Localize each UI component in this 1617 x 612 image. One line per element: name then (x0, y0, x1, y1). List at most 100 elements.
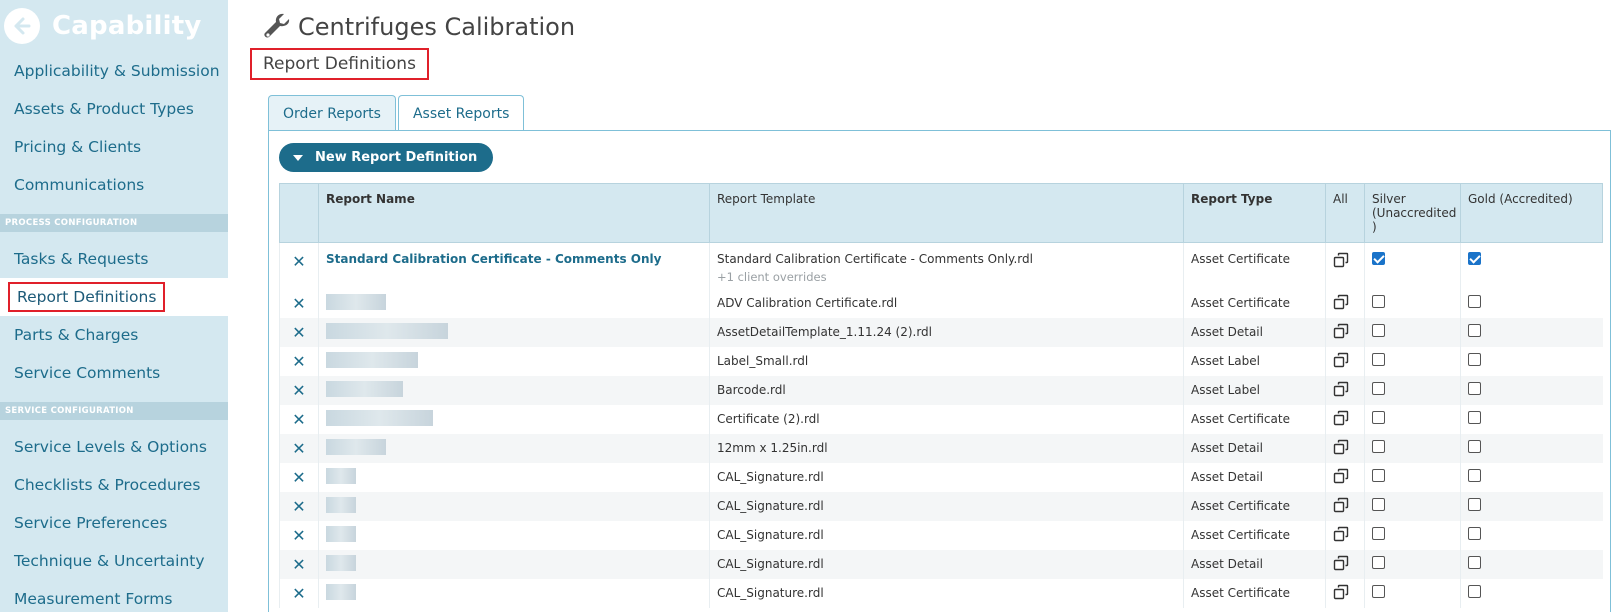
back-button[interactable] (4, 8, 40, 44)
sidebar-section-service: SERVICE CONFIGURATION (0, 402, 228, 420)
report-type: Asset Label (1183, 375, 1326, 405)
copy-button[interactable] (1325, 578, 1365, 608)
copy-button[interactable] (1325, 404, 1365, 434)
delete-button[interactable]: ✕ (279, 375, 319, 405)
arrow-left-icon (14, 17, 31, 35)
redacted-name (326, 583, 356, 600)
report-name-cell (318, 346, 710, 376)
sidebar-item-assets[interactable]: Assets & Product Types (0, 90, 228, 128)
silver-checkbox[interactable] (1372, 353, 1385, 366)
silver-checkbox[interactable] (1372, 295, 1385, 308)
sidebar-item-service-preferences[interactable]: Service Preferences (0, 504, 228, 542)
gold-checkbox-cell (1460, 375, 1603, 405)
copy-button[interactable] (1325, 346, 1365, 376)
delete-button[interactable]: ✕ (279, 578, 319, 608)
silver-checkbox[interactable] (1372, 498, 1385, 511)
report-template: AssetDetailTemplate_1.11.24 (2).rdl (709, 317, 1184, 347)
sidebar-item-technique[interactable]: Technique & Uncertainty (0, 542, 228, 580)
delete-button[interactable]: ✕ (279, 317, 319, 347)
copy-button[interactable] (1325, 317, 1365, 347)
copy-button[interactable] (1325, 549, 1365, 579)
gold-checkbox[interactable] (1468, 556, 1481, 569)
header-report-type[interactable]: Report Type (1183, 183, 1326, 243)
silver-checkbox-cell (1364, 404, 1461, 434)
sidebar-item-label: Pricing & Clients (14, 138, 142, 156)
silver-checkbox-cell (1364, 346, 1461, 376)
delete-button[interactable]: ✕ (279, 242, 319, 289)
silver-checkbox[interactable] (1372, 556, 1385, 569)
sidebar-item-measurement-forms[interactable]: Measurement Forms (0, 580, 228, 612)
gold-checkbox[interactable] (1468, 469, 1481, 482)
table-row: ✕ CAL_Signature.rdl Asset Certificate (279, 491, 1603, 521)
silver-checkbox[interactable] (1372, 411, 1385, 424)
silver-checkbox[interactable] (1372, 469, 1385, 482)
copy-button[interactable] (1325, 375, 1365, 405)
gold-checkbox[interactable] (1468, 382, 1481, 395)
gold-checkbox-cell (1460, 346, 1603, 376)
report-type: Asset Label (1183, 346, 1326, 376)
table-row: ✕ Label_Small.rdl Asset Label (279, 346, 1603, 376)
silver-checkbox[interactable] (1372, 252, 1385, 265)
gold-checkbox-cell (1460, 433, 1603, 463)
delete-button[interactable]: ✕ (279, 520, 319, 550)
gold-checkbox[interactable] (1468, 411, 1481, 424)
sidebar-item-applicability[interactable]: Applicability & Submission (0, 52, 228, 90)
delete-button[interactable]: ✕ (279, 549, 319, 579)
sidebar-item-checklists[interactable]: Checklists & Procedures (0, 466, 228, 504)
report-template: ADV Calibration Certificate.rdl (709, 288, 1184, 318)
copy-button[interactable] (1325, 288, 1365, 318)
report-template: CAL_Signature.rdl (709, 578, 1184, 608)
delete-button[interactable]: ✕ (279, 404, 319, 434)
gold-checkbox[interactable] (1468, 585, 1481, 598)
gold-checkbox[interactable] (1468, 353, 1481, 366)
sidebar-item-label: Service Comments (14, 364, 161, 382)
new-report-definition-button[interactable]: New Report Definition (279, 143, 494, 172)
gold-checkbox[interactable] (1468, 440, 1481, 453)
sidebar-item-label: Service Preferences (14, 514, 168, 532)
copy-button[interactable] (1325, 462, 1365, 492)
sidebar-item-service-levels[interactable]: Service Levels & Options (0, 428, 228, 466)
sidebar: Capability Applicability & Submission As… (0, 0, 228, 612)
tab-asset-reports[interactable]: Asset Reports (397, 95, 525, 131)
close-icon: ✕ (292, 252, 306, 271)
silver-checkbox[interactable] (1372, 324, 1385, 337)
sidebar-item-communications[interactable]: Communications (0, 166, 228, 204)
report-template: Certificate (2).rdl (709, 404, 1184, 434)
copy-button[interactable] (1325, 491, 1365, 521)
copy-icon (1333, 439, 1349, 454)
tab-order-reports[interactable]: Order Reports (268, 95, 396, 131)
sidebar-item-tasks[interactable]: Tasks & Requests (0, 240, 228, 278)
sidebar-item-label: Tasks & Requests (14, 250, 149, 268)
silver-checkbox[interactable] (1372, 382, 1385, 395)
gold-checkbox-cell (1460, 242, 1603, 289)
silver-checkbox[interactable] (1372, 585, 1385, 598)
report-name-cell (318, 288, 710, 318)
header-silver: Silver (Unaccredited ) (1364, 183, 1461, 243)
table-row: ✕ CAL_Signature.rdl Asset Certificate (279, 520, 1603, 550)
gold-checkbox[interactable] (1468, 252, 1481, 265)
copy-button[interactable] (1325, 520, 1365, 550)
header-report-name[interactable]: Report Name (318, 183, 710, 243)
gold-checkbox[interactable] (1468, 324, 1481, 337)
redacted-name (326, 322, 448, 339)
delete-button[interactable]: ✕ (279, 433, 319, 463)
gold-checkbox-cell (1460, 404, 1603, 434)
sidebar-item-parts[interactable]: Parts & Charges (0, 316, 228, 354)
delete-button[interactable]: ✕ (279, 491, 319, 521)
report-name-link[interactable]: Standard Calibration Certificate - Comme… (326, 252, 661, 266)
delete-button[interactable]: ✕ (279, 346, 319, 376)
redacted-name (326, 351, 418, 368)
sidebar-item-service-comments[interactable]: Service Comments (0, 354, 228, 392)
delete-button[interactable]: ✕ (279, 288, 319, 318)
silver-checkbox[interactable] (1372, 440, 1385, 453)
sidebar-item-report-definitions[interactable]: Report Definitions (0, 278, 228, 316)
sidebar-item-pricing[interactable]: Pricing & Clients (0, 128, 228, 166)
copy-button[interactable] (1325, 242, 1365, 289)
gold-checkbox[interactable] (1468, 527, 1481, 540)
copy-button[interactable] (1325, 433, 1365, 463)
report-type: Asset Certificate (1183, 491, 1326, 521)
gold-checkbox[interactable] (1468, 295, 1481, 308)
delete-button[interactable]: ✕ (279, 462, 319, 492)
silver-checkbox[interactable] (1372, 527, 1385, 540)
gold-checkbox[interactable] (1468, 498, 1481, 511)
